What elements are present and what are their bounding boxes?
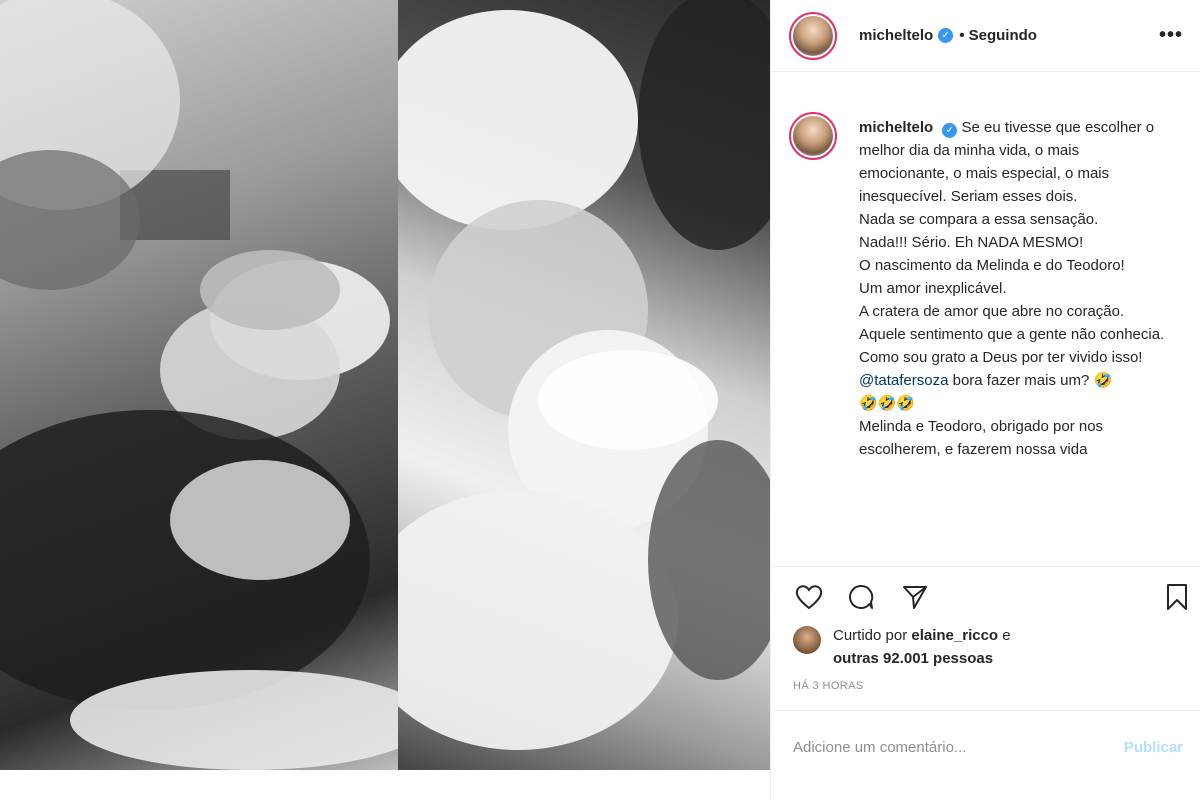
like-heart-icon[interactable] — [793, 581, 825, 613]
post-actions — [771, 566, 1200, 624]
likes-prefix: Curtido por — [833, 627, 912, 644]
likes-count[interactable]: outras 92.001 pessoas — [833, 650, 993, 667]
more-options-icon[interactable]: ••• — [1159, 24, 1183, 47]
post-timestamp[interactable]: HÁ 3 HORAS — [793, 680, 864, 692]
caption-line: Nada!!! Sério. Eh NADA MESMO! — [859, 234, 1084, 251]
caption-line: O nascimento da Melinda e do Teodoro! — [859, 257, 1125, 274]
comment-bubble-icon[interactable] — [845, 581, 877, 613]
caption-username[interactable]: micheltelo — [859, 119, 933, 136]
photo-right-panel — [398, 0, 770, 770]
caption-text: micheltelo ✓ Se eu tivesse que escolher … — [859, 100, 1169, 564]
publish-button[interactable]: Publicar — [1124, 739, 1183, 756]
post-header: micheltelo ✓ • Seguindo ••• — [771, 0, 1200, 72]
post-side-panel: micheltelo ✓ • Seguindo ••• micheltelo ✓… — [770, 0, 1200, 800]
caption-verified-icon: ✓ — [942, 123, 958, 138]
comment-form: Publicar — [771, 710, 1200, 784]
verified-badge-icon: ✓ — [938, 28, 954, 43]
comment-input[interactable] — [793, 739, 1124, 756]
photo-left-illustration — [0, 0, 398, 770]
caption-line: A cratera de amor que abre no coração. A… — [859, 303, 1165, 343]
caption-line: Um amor inexplicável. — [859, 280, 1007, 297]
follow-status[interactable]: • Seguindo — [959, 27, 1037, 44]
post-photo[interactable] — [0, 0, 770, 770]
share-send-icon[interactable] — [899, 581, 931, 613]
caption-area: micheltelo ✓ Se eu tivesse que escolher … — [771, 100, 1200, 564]
mention-link[interactable]: @tatafersoza — [859, 372, 948, 389]
author-username[interactable]: micheltelo — [859, 27, 933, 44]
caption-line: Nada se compara a essa sensação. — [859, 211, 1099, 228]
caption-avatar[interactable] — [789, 112, 837, 160]
likes-middle: e — [998, 627, 1011, 644]
liker-avatar[interactable] — [793, 626, 821, 654]
caption-line: Como sou grato a Deus por ter vivido iss… — [859, 349, 1143, 366]
emoji-line: 🤣🤣🤣 — [859, 395, 916, 412]
liker-username[interactable]: elaine_ricco — [911, 627, 998, 644]
caption-line: bora fazer mais um? 🤣 — [948, 372, 1113, 389]
photo-left-panel — [0, 0, 398, 770]
caption-line: Melinda e Teodoro, obrigado por nos esco… — [859, 418, 1104, 458]
save-bookmark-icon[interactable] — [1161, 581, 1193, 613]
photo-right-illustration — [398, 0, 770, 750]
author-avatar[interactable] — [789, 11, 837, 60]
likes-summary: Curtido por elaine_ricco e outras 92.001… — [793, 624, 1011, 670]
